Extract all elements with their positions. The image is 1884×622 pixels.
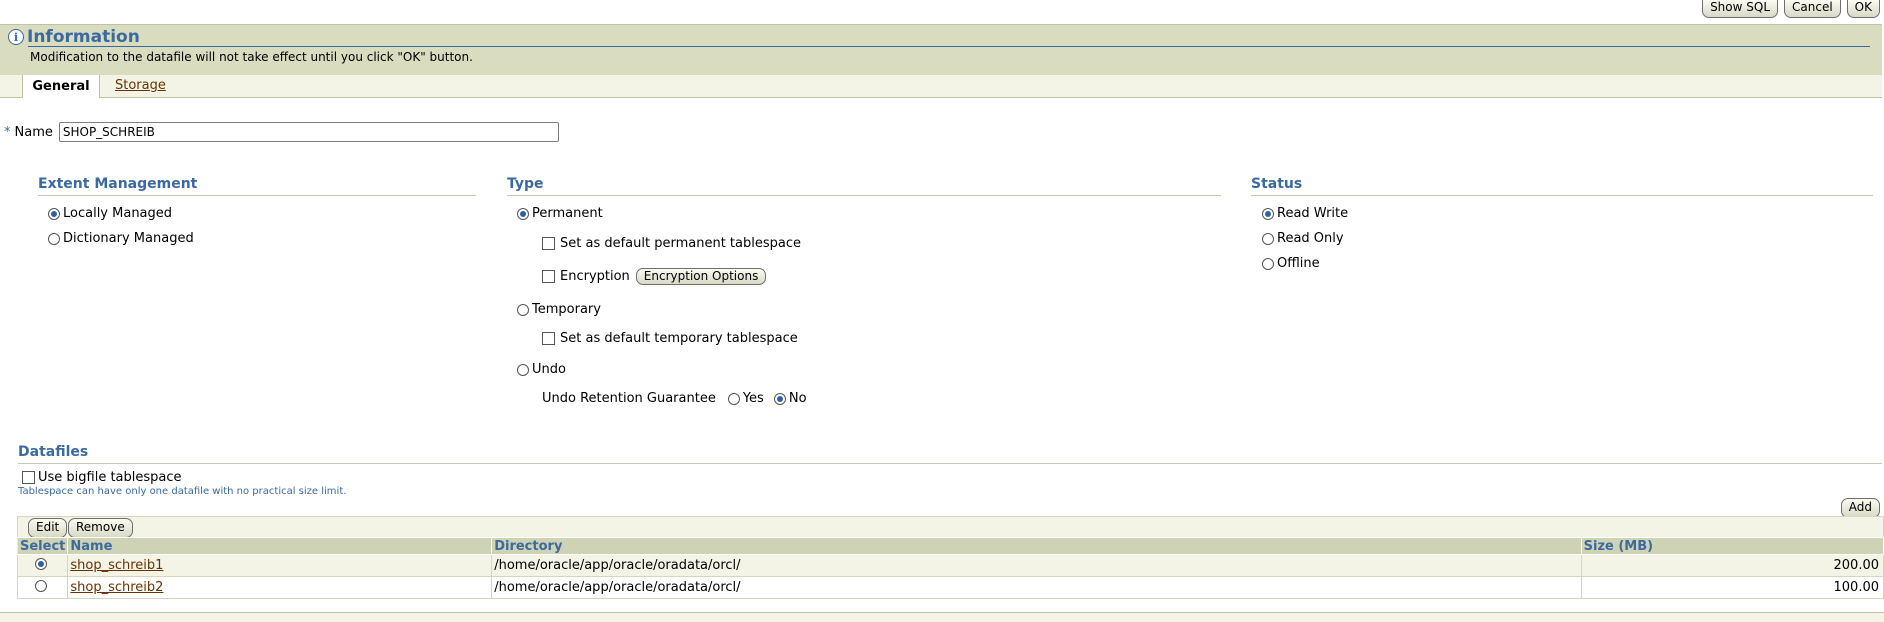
dictionary-managed-option[interactable]: Dictionary Managed	[48, 231, 194, 246]
encryption-label: Encryption	[560, 269, 630, 284]
offline-label: Offline	[1277, 256, 1320, 271]
column-select: Select	[16, 537, 69, 555]
undo-retention-label: Undo Retention Guarantee	[542, 391, 716, 406]
default-temporary-checkbox[interactable]	[542, 332, 555, 345]
locally-managed-radio[interactable]	[48, 207, 60, 220]
undo-retention-no-label: No	[788, 391, 807, 406]
read-write-label: Read Write	[1277, 206, 1349, 221]
encryption-options-button[interactable]: Encryption Options	[635, 268, 767, 285]
undo-option[interactable]: Undo	[517, 362, 566, 377]
datafile-directory: /home/oracle/app/oracle/oradata/orcl/	[491, 554, 1582, 577]
row-select-cell	[16, 576, 69, 599]
status-heading: Status	[1251, 176, 1873, 196]
temporary-radio[interactable]	[517, 303, 529, 316]
default-temporary-option[interactable]: Set as default temporary tablespace	[542, 331, 798, 346]
info-icon: i	[8, 29, 24, 45]
datafile-size: 100.00	[1580, 576, 1884, 599]
read-write-radio[interactable]	[1262, 207, 1274, 220]
dictionary-managed-label: Dictionary Managed	[63, 231, 194, 246]
name-row: * Name	[4, 122, 559, 142]
row-select-cell	[16, 554, 69, 577]
tab-general[interactable]: General	[22, 75, 100, 98]
undo-radio[interactable]	[517, 363, 529, 376]
top-toolbar: Show SQL Cancel OK	[1702, 0, 1880, 18]
locally-managed-option[interactable]: Locally Managed	[48, 206, 172, 221]
table-row: shop_schreib2 /home/oracle/app/oracle/or…	[16, 576, 1884, 599]
datafile-name-link[interactable]: shop_schreib2	[70, 580, 163, 595]
table-row: shop_schreib1 /home/oracle/app/oracle/or…	[16, 554, 1884, 577]
datafiles-heading: Datafiles	[18, 444, 1882, 464]
read-only-option[interactable]: Read Only	[1262, 231, 1344, 246]
info-divider	[28, 46, 1870, 47]
extent-management-heading: Extent Management	[38, 176, 476, 196]
undo-retention-yes-radio[interactable]	[727, 392, 740, 405]
bigfile-label: Use bigfile tablespace	[38, 470, 182, 485]
undo-label: Undo	[532, 362, 566, 377]
bigfile-option[interactable]: Use bigfile tablespace	[22, 470, 182, 485]
bigfile-hint: Tablespace can have only one datafile wi…	[18, 486, 347, 497]
add-datafile-button[interactable]: Add	[1840, 498, 1880, 518]
column-size[interactable]: Size (MB)	[1580, 537, 1884, 555]
edit-datafile-button[interactable]: Edit	[28, 518, 68, 538]
dictionary-managed-radio[interactable]	[48, 232, 60, 245]
datafile-name-cell: shop_schreib2	[67, 576, 493, 599]
cancel-button[interactable]: Cancel	[1784, 0, 1841, 18]
default-temporary-label: Set as default temporary tablespace	[560, 331, 798, 346]
row-select-radio[interactable]	[35, 579, 48, 592]
remove-datafile-button[interactable]: Remove	[68, 518, 133, 538]
tab-storage[interactable]: Storage	[115, 78, 166, 93]
undo-retention-row: Undo Retention Guarantee Yes No	[542, 391, 807, 406]
temporary-option[interactable]: Temporary	[517, 302, 601, 317]
datafile-name-cell: shop_schreib1	[67, 554, 493, 577]
default-permanent-option[interactable]: Set as default permanent tablespace	[542, 236, 801, 251]
type-heading: Type	[507, 176, 1221, 196]
temporary-label: Temporary	[532, 302, 601, 317]
datafiles-header-row: Select Name Directory Size (MB)	[16, 537, 1884, 555]
row-select-radio[interactable]	[35, 557, 48, 570]
show-sql-button[interactable]: Show SQL	[1702, 0, 1779, 18]
datafiles-table: Select Name Directory Size (MB) shop_sch…	[16, 537, 1884, 599]
default-permanent-checkbox[interactable]	[542, 237, 555, 250]
encryption-option[interactable]: Encryption Encryption Options	[542, 268, 767, 285]
encryption-checkbox[interactable]	[542, 270, 555, 283]
datafile-name-link[interactable]: shop_schreib1	[70, 558, 163, 573]
column-name[interactable]: Name	[67, 537, 493, 555]
name-input[interactable]	[58, 122, 559, 142]
offline-radio[interactable]	[1262, 257, 1274, 270]
datafile-size: 200.00	[1580, 554, 1884, 577]
read-write-option[interactable]: Read Write	[1262, 206, 1348, 221]
column-directory[interactable]: Directory	[491, 537, 1582, 555]
tab-bar: General Storage	[0, 75, 1882, 98]
offline-option[interactable]: Offline	[1262, 256, 1320, 271]
info-title: i Information	[8, 27, 140, 47]
info-title-text: Information	[27, 27, 140, 47]
permanent-option[interactable]: Permanent	[517, 206, 603, 221]
undo-retention-yes-label: Yes	[742, 391, 764, 406]
default-permanent-label: Set as default permanent tablespace	[560, 236, 801, 251]
datafile-directory: /home/oracle/app/oracle/oradata/orcl/	[491, 576, 1582, 599]
required-marker: *	[4, 124, 11, 140]
locally-managed-label: Locally Managed	[63, 206, 173, 221]
information-banner: i Information Modification to the datafi…	[0, 24, 1882, 77]
undo-retention-no-radio[interactable]	[773, 392, 786, 405]
datafiles-table-toolbar: Edit Remove	[17, 516, 1884, 538]
read-only-label: Read Only	[1277, 231, 1344, 246]
ok-button[interactable]: OK	[1846, 0, 1880, 18]
info-message: Modification to the datafile will not ta…	[30, 50, 473, 64]
bigfile-checkbox[interactable]	[22, 471, 35, 484]
read-only-radio[interactable]	[1262, 232, 1274, 245]
permanent-label: Permanent	[532, 206, 603, 221]
permanent-radio[interactable]	[517, 207, 529, 220]
name-label: Name	[14, 124, 53, 140]
